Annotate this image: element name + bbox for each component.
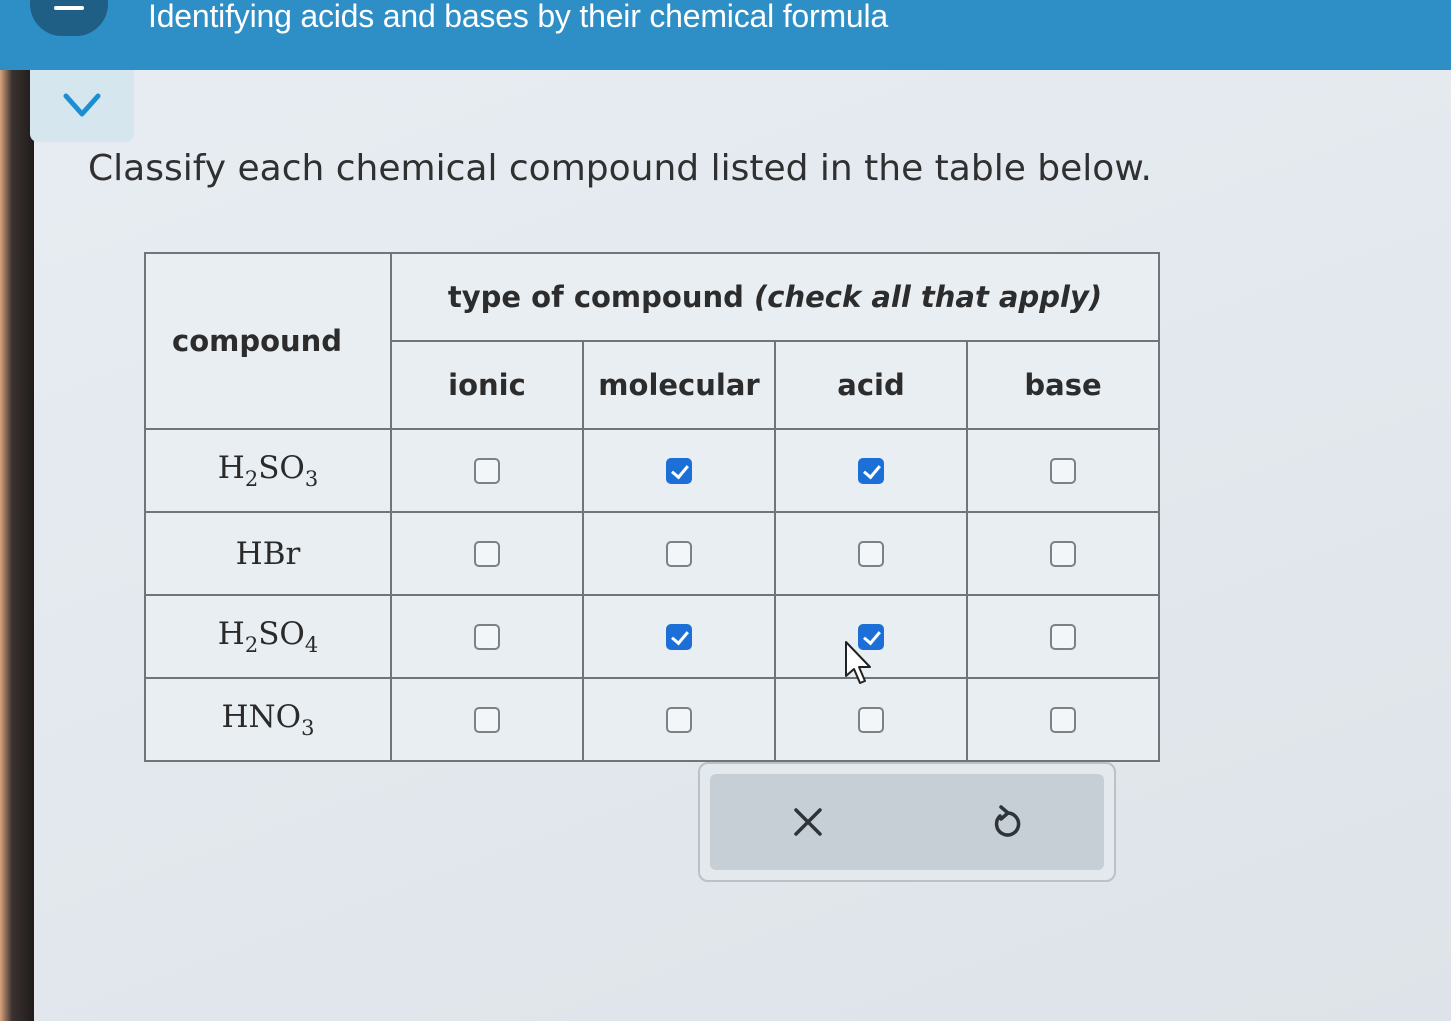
checkbox-base[interactable] — [1050, 623, 1076, 650]
checkbox-molecular[interactable] — [666, 540, 692, 567]
checkbox-base[interactable] — [1050, 706, 1076, 733]
menu-icon — [54, 6, 84, 10]
checkbox-molecular[interactable] — [666, 623, 692, 650]
checkbox-ionic[interactable] — [474, 457, 500, 484]
checkbox-acid[interactable] — [858, 457, 884, 484]
classification-table: compound type of compound (check all tha… — [144, 252, 1160, 762]
table-row: H2SO3 — [144, 428, 1160, 513]
checkbox-ionic[interactable] — [474, 706, 500, 733]
chevron-down-icon — [63, 93, 101, 117]
compound-header: compound — [144, 252, 392, 430]
undo-icon — [994, 805, 1021, 837]
collapse-toggle[interactable] — [30, 70, 134, 142]
screen-bezel — [0, 60, 34, 1021]
checkbox-base[interactable] — [1050, 540, 1076, 567]
checkbox-base[interactable] — [1050, 457, 1076, 484]
header-bar: Identifying acids and bases by their che… — [0, 0, 1451, 70]
checkbox-acid[interactable] — [858, 706, 884, 733]
compound-formula: HNO3 — [144, 677, 392, 762]
checkbox-molecular[interactable] — [666, 457, 692, 484]
compound-formula: H2SO3 — [144, 428, 392, 513]
checkbox-ionic[interactable] — [474, 623, 500, 650]
compound-formula: H2SO4 — [144, 594, 392, 679]
clear-button[interactable] — [792, 806, 824, 842]
column-header-molecular: molecular — [582, 340, 776, 430]
mouse-cursor-icon — [845, 641, 871, 684]
page-title: Identifying acids and bases by their che… — [148, 0, 889, 34]
column-header-base: base — [966, 340, 1160, 430]
type-header-main: type of compound — [447, 280, 744, 314]
question-prompt: Classify each chemical compound listed i… — [88, 148, 1152, 189]
checkbox-molecular[interactable] — [666, 706, 692, 733]
type-header: type of compound (check all that apply) — [390, 252, 1160, 342]
table-row: HNO3 — [144, 677, 1160, 762]
table-row: HBr — [144, 511, 1160, 596]
answer-actions — [698, 762, 1116, 882]
answer-actions-inner — [710, 774, 1104, 870]
compound-formula: HBr — [144, 511, 392, 596]
x-icon — [794, 808, 822, 836]
type-header-note: (check all that apply) — [754, 280, 1103, 314]
table-row: H2SO4 — [144, 594, 1160, 679]
undo-button[interactable] — [990, 804, 1024, 844]
checkbox-ionic[interactable] — [474, 540, 500, 567]
column-header-acid: acid — [774, 340, 968, 430]
column-header-ionic: ionic — [390, 340, 584, 430]
menu-button[interactable] — [30, 0, 108, 36]
checkbox-acid[interactable] — [858, 540, 884, 567]
